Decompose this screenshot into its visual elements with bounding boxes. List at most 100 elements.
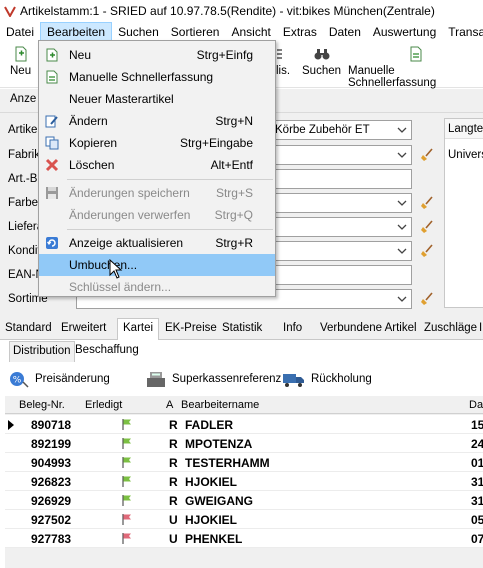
tab-erweitert[interactable]: Erweitert (61, 322, 106, 334)
tab-anzeige[interactable]: Anze (10, 93, 36, 105)
search-button[interactable]: Suchen (302, 46, 341, 77)
kondition-select[interactable] (270, 241, 412, 261)
broom-icon[interactable] (420, 220, 434, 234)
menu-item-schnellerfassung[interactable]: Manuelle Schnellerfassung (39, 66, 275, 88)
menu-item-speichern[interactable]: Änderungen speichern Strg+S (39, 182, 275, 204)
menu-transaktion[interactable]: Transa (442, 22, 483, 42)
menu-item-aendern[interactable]: Ändern Strg+N (39, 110, 275, 132)
save-icon (45, 186, 59, 200)
price-tag-icon: % (8, 370, 30, 388)
truck-icon (282, 370, 306, 388)
window-title: Artikelstamm:1 - SRIED auf 10.97.78.5(Re… (20, 4, 435, 18)
dis-button[interactable]: lis. (276, 46, 290, 77)
tab-distribution[interactable]: Distribution (9, 341, 75, 362)
tab-info[interactable]: Info (283, 322, 302, 334)
menu-suchen[interactable]: Suchen (112, 22, 165, 42)
tab-verbundene-artikel[interactable]: Verbundene Artikel (320, 322, 417, 334)
rueckholung-button[interactable]: Rückholung (282, 370, 372, 388)
menu-auswertung[interactable]: Auswertung (367, 22, 442, 42)
svg-text:%: % (13, 376, 22, 386)
menu-separator (67, 229, 273, 230)
menu-item-loeschen[interactable]: Löschen Alt+Entf (39, 154, 275, 176)
fabrikat-select[interactable] (270, 145, 412, 165)
langtext-value[interactable]: Univers (445, 149, 483, 161)
lieferant-select[interactable] (270, 217, 412, 237)
chevron-down-icon (397, 127, 407, 133)
new-doc-icon (14, 46, 28, 62)
chevron-down-icon (397, 152, 407, 158)
quick-entry-icon (409, 46, 423, 62)
label-farbe: Farbe (8, 197, 39, 209)
langtext-panel: Langte Univers (444, 118, 483, 308)
app-icon (4, 5, 16, 17)
table-row[interactable]: 890718 R FADLER 15 (5, 415, 483, 434)
menu-item-masterartikel[interactable]: Neuer Masterartikel (39, 88, 275, 110)
cell-a: R (169, 437, 178, 451)
cell-beleg-nr: 927502 (31, 513, 72, 527)
grid-empty-area (5, 548, 483, 568)
tab-zuschlaege[interactable]: Zuschläge (424, 322, 477, 334)
menu-bearbeiten[interactable]: Bearbeiten (40, 22, 113, 42)
cell-datum: 07 (471, 532, 483, 546)
menu-ansicht[interactable]: Ansicht (225, 22, 276, 42)
art-bez-field[interactable] (270, 169, 412, 189)
langtext-header: Langte (445, 119, 483, 139)
menu-datei[interactable]: Datei (0, 22, 40, 42)
tab-statistik[interactable]: Statistik (222, 322, 262, 334)
cell-beleg-nr: 890718 (31, 418, 72, 432)
menu-item-schluessel-aendern[interactable]: Schlüssel ändern... (39, 276, 275, 298)
broom-icon[interactable] (420, 244, 434, 258)
bearbeiten-menu: Neu Strg+Einfg Manuelle Schnellerfassung… (38, 40, 276, 297)
edit-icon (45, 114, 59, 128)
broom-icon[interactable] (420, 292, 434, 306)
farbe-select[interactable] (270, 193, 412, 213)
tab-beschaffung[interactable]: Beschaffung (75, 344, 139, 356)
tab-more[interactable]: I (479, 322, 482, 334)
menu-extras[interactable]: Extras (277, 22, 323, 42)
cell-beleg-nr: 904993 (31, 456, 72, 470)
cell-datum: 24 (471, 437, 483, 451)
kartei-actions: % Preisänderung Superkassenreferenz Rück… (0, 362, 483, 396)
grid-header: Beleg-Nr. Erledigt A Bearbeitername Da (5, 396, 483, 414)
kartei-subtabs: Distribution Beschaffung (0, 340, 483, 362)
cell-a: R (169, 418, 178, 432)
col-datum[interactable]: Da (469, 399, 483, 411)
tab-kartei[interactable]: Kartei (117, 318, 160, 341)
superkassen-button[interactable]: Superkassenreferenz (145, 370, 281, 388)
menu-daten[interactable]: Daten (323, 22, 367, 42)
table-row[interactable]: 892199 R MPOTENZA 24 (5, 434, 483, 453)
menu-sortieren[interactable]: Sortieren (165, 22, 226, 42)
col-a[interactable]: A (166, 399, 173, 411)
table-row[interactable]: 926929 R GWEIGANG 31 (5, 491, 483, 510)
broom-icon[interactable] (420, 196, 434, 210)
col-beleg-nr[interactable]: Beleg-Nr. (19, 399, 65, 411)
detail-tabs: Standard Erweitert Kartei EK-Preise Stat… (0, 318, 483, 341)
ean-field[interactable] (270, 265, 412, 285)
quick-entry-button[interactable]: Manuelle Schnellerfassung (348, 46, 483, 89)
menu-item-kopieren[interactable]: Kopieren Strg+Eingabe (39, 132, 275, 154)
table-row[interactable]: 926823 R HJOKIEL 31 (5, 472, 483, 491)
table-row[interactable]: 904993 R TESTERHAMM 01 (5, 453, 483, 472)
new-button[interactable]: Neu (10, 46, 31, 77)
cell-bearbeitername: FADLER (185, 418, 233, 432)
cell-beleg-nr: 927783 (31, 532, 72, 546)
price-change-button[interactable]: % Preisänderung (8, 370, 110, 388)
menu-bar: Datei Bearbeiten Suchen Sortieren Ansich… (0, 22, 483, 42)
table-row[interactable]: 927502 U HJOKIEL 05 (5, 510, 483, 529)
col-erledigt[interactable]: Erledigt (85, 399, 122, 411)
tab-ek-preise[interactable]: EK-Preise (165, 322, 217, 334)
cell-datum: 15 (471, 418, 483, 432)
mouse-cursor-icon (109, 259, 123, 279)
tab-standard[interactable]: Standard (5, 322, 52, 334)
menu-item-aktualisieren[interactable]: Anzeige aktualisieren Strg+R (39, 232, 275, 254)
flag-icon (122, 495, 131, 506)
flag-icon (122, 457, 131, 468)
broom-icon[interactable] (420, 148, 434, 162)
category-select[interactable]: Körbe Zubehör ET (270, 120, 412, 140)
col-bearbeitername[interactable]: Bearbeitername (181, 399, 259, 411)
menu-item-neu[interactable]: Neu Strg+Einfg (39, 44, 275, 66)
table-row[interactable]: 927783 U PHENKEL 07 (5, 529, 483, 548)
menu-item-verwerfen[interactable]: Änderungen verwerfen Strg+Q (39, 204, 275, 226)
menu-item-umbuchen[interactable]: Umbuchen... (39, 254, 275, 276)
cell-datum: 01 (471, 456, 483, 470)
